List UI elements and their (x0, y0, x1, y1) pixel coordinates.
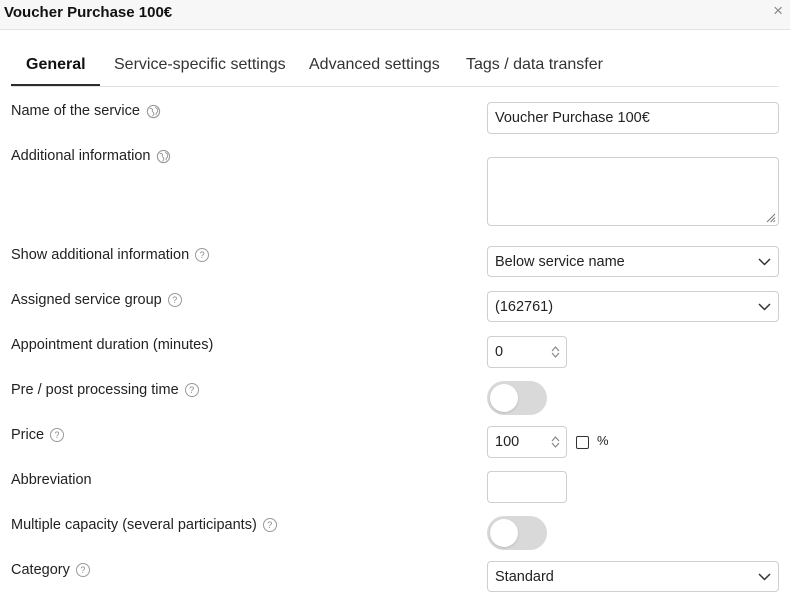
globe-icon (157, 149, 171, 163)
close-icon[interactable]: × (773, 1, 783, 21)
abbreviation-input[interactable] (487, 471, 567, 503)
dialog-titlebar: Voucher Purchase 100€ × (0, 0, 790, 30)
spinner-arrows-icon[interactable] (551, 436, 560, 448)
appointment-duration-value: 0 (495, 344, 504, 360)
additional-information-label: Additional information (11, 148, 171, 164)
category-select[interactable]: Standard (487, 561, 779, 592)
chevron-down-icon (758, 257, 771, 266)
dialog-title: Voucher Purchase 100€ (4, 4, 173, 21)
price-percent-label: % (597, 433, 609, 448)
abbreviation-label-text: Abbreviation (11, 472, 92, 488)
help-icon[interactable]: ? (50, 428, 65, 442)
multiple-capacity-label: Multiple capacity (several participants)… (11, 517, 277, 533)
toggle-knob (490, 519, 518, 547)
pre-post-processing-label: Pre / post processing time ? (11, 382, 199, 398)
help-icon[interactable]: ? (75, 563, 90, 577)
help-icon[interactable]: ? (195, 248, 210, 262)
assigned-service-group-label-text: Assigned service group (11, 292, 162, 308)
globe-icon (146, 104, 161, 118)
price-percent-checkbox[interactable] (576, 436, 589, 449)
pre-post-processing-toggle[interactable] (487, 381, 547, 415)
name-of-service-label: Name of the service (11, 103, 161, 119)
appointment-duration-label-text: Appointment duration (minutes) (11, 337, 214, 353)
active-tab-indicator (11, 84, 100, 86)
show-additional-information-value: Below service name (495, 253, 625, 270)
show-additional-information-select[interactable]: Below service name (487, 246, 779, 277)
chevron-down-icon (758, 572, 771, 581)
category-label-text: Category (11, 562, 70, 578)
show-additional-information-label: Show additional information ? (11, 247, 210, 263)
name-of-service-value: Voucher Purchase 100€ (495, 110, 650, 126)
appointment-duration-label: Appointment duration (minutes) (11, 337, 213, 353)
tab-bar: General Service-specific settings Advanc… (11, 46, 779, 87)
additional-information-textarea[interactable] (487, 157, 779, 226)
assigned-service-group-select[interactable]: (162761) (487, 291, 779, 322)
help-icon[interactable]: ? (167, 293, 182, 307)
multiple-capacity-toggle[interactable] (487, 516, 547, 550)
chevron-down-icon (758, 302, 771, 311)
appointment-duration-stepper[interactable]: 0 (487, 336, 567, 368)
price-label: Price ? (11, 427, 65, 443)
price-stepper[interactable]: 100 (487, 426, 567, 458)
tab-general[interactable]: General (26, 56, 86, 74)
assigned-service-group-value: (162761) (495, 298, 554, 315)
show-additional-information-label-text: Show additional information (11, 247, 190, 263)
additional-information-label-text: Additional information (11, 148, 151, 164)
pre-post-processing-label-text: Pre / post processing time (11, 382, 179, 398)
help-icon[interactable]: ? (184, 383, 199, 397)
tab-advanced-settings[interactable]: Advanced settings (309, 56, 440, 74)
multiple-capacity-label-text: Multiple capacity (several participants) (11, 517, 257, 533)
category-label: Category ? (11, 562, 90, 578)
category-value: Standard (495, 568, 554, 585)
price-value: 100 (495, 434, 520, 450)
assigned-service-group-label: Assigned service group ? (11, 292, 182, 308)
toggle-knob (490, 384, 518, 412)
name-of-service-input[interactable]: Voucher Purchase 100€ (487, 102, 779, 134)
resize-handle-icon[interactable] (764, 211, 776, 223)
tab-service-specific-settings[interactable]: Service-specific settings (114, 56, 286, 74)
price-label-text: Price (11, 427, 45, 443)
name-of-service-label-text: Name of the service (11, 103, 140, 119)
help-icon[interactable]: ? (262, 518, 277, 532)
tab-tags-data-transfer[interactable]: Tags / data transfer (466, 56, 603, 74)
abbreviation-label: Abbreviation (11, 472, 92, 488)
spinner-arrows-icon[interactable] (551, 346, 560, 358)
